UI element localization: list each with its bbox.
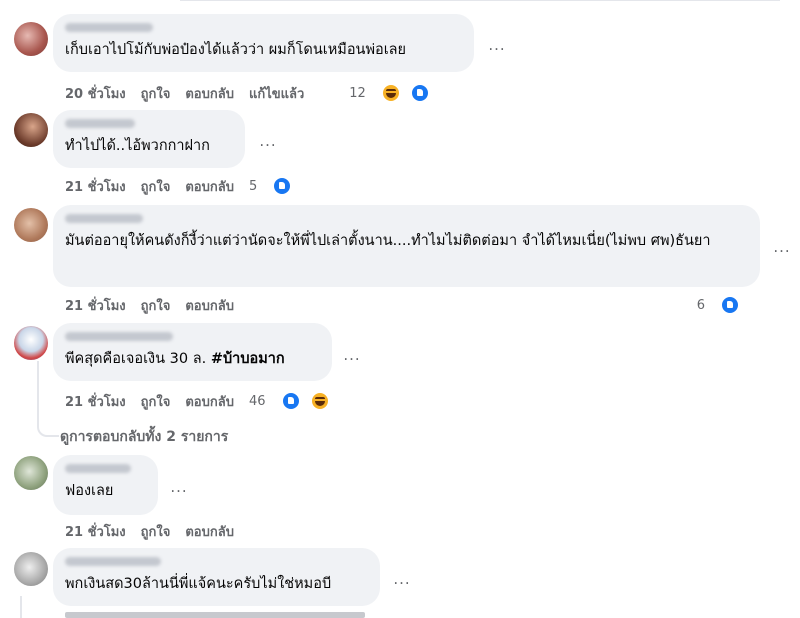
comment-actions: 20 ชั่วโมง ถูกใจ ตอบกลับ แก้ไขแล้ว 12 bbox=[65, 83, 445, 103]
divider bbox=[180, 0, 780, 1]
author-name-blurred[interactable] bbox=[65, 119, 135, 128]
timestamp[interactable]: 21 ชั่วโมง bbox=[65, 391, 126, 412]
comment-bubble: พกเงินสด30ล้านนี่พี่แจ้คนะครับไม่ใช่หมอบ… bbox=[53, 548, 380, 606]
comment-bubble: ทำไปได้..ไอ้พวกกาฝาก bbox=[53, 110, 245, 168]
reaction-summary[interactable]: 46 bbox=[249, 391, 345, 411]
comment-actions: 21 ชั่วโมง ถูกใจ ตอบกลับ bbox=[65, 521, 249, 541]
comment-bubble: เก็บเอาไปโม้กับพ่อป๋องได้แล้วว่า ผมก็โดน… bbox=[53, 14, 474, 72]
reply-button[interactable]: ตอบกลับ bbox=[185, 391, 234, 412]
edited-label[interactable]: แก้ไขแล้ว bbox=[249, 83, 304, 104]
like-icon bbox=[272, 176, 293, 196]
avatar[interactable] bbox=[14, 326, 48, 360]
reaction-summary[interactable]: 12 bbox=[349, 83, 445, 103]
author-name-blurred[interactable] bbox=[65, 23, 153, 32]
like-icon bbox=[409, 83, 430, 103]
timestamp[interactable]: 21 ชั่วโมง bbox=[65, 176, 126, 197]
comment-text: ฟองเลย bbox=[65, 483, 114, 499]
like-button[interactable]: ถูกใจ bbox=[141, 83, 171, 104]
like-button[interactable]: ถูกใจ bbox=[141, 521, 171, 542]
reply-button[interactable]: ตอบกลับ bbox=[185, 295, 234, 316]
timestamp[interactable]: 21 ชั่วโมง bbox=[65, 295, 126, 316]
thread-line bbox=[20, 596, 22, 618]
comment-text: ทำไปได้..ไอ้พวกกาฝาก bbox=[65, 138, 210, 154]
like-button[interactable]: ถูกใจ bbox=[141, 176, 171, 197]
avatar[interactable] bbox=[14, 22, 48, 56]
comment-text: พกเงินสด30ล้านนี่พี่แจ้คนะครับไม่ใช่หมอบ… bbox=[65, 576, 332, 592]
like-icon bbox=[280, 391, 301, 411]
like-icon bbox=[720, 295, 740, 315]
thread-line bbox=[37, 361, 39, 421]
more-options-button[interactable]: ... bbox=[340, 348, 364, 368]
comment-text: เก็บเอาไปโม้กับพ่อป๋องได้แล้วว่า ผมก็โดน… bbox=[65, 42, 407, 58]
thread-connector bbox=[37, 421, 59, 437]
avatar[interactable] bbox=[14, 456, 48, 490]
haha-icon bbox=[380, 83, 401, 103]
more-options-button[interactable]: ... bbox=[167, 480, 191, 500]
reaction-count: 6 bbox=[696, 297, 705, 313]
reply-button[interactable]: ตอบกลับ bbox=[185, 176, 234, 197]
comment-actions: 21 ชั่วโมง ถูกใจ ตอบกลับ 46 bbox=[65, 391, 345, 411]
more-options-button[interactable]: ... bbox=[770, 240, 794, 260]
author-name-blurred[interactable] bbox=[65, 464, 131, 473]
comment-bubble: ฟองเลย bbox=[53, 455, 158, 515]
reaction-count: 5 bbox=[248, 178, 258, 194]
comment-actions: 21 ชั่วโมง ถูกใจ ตอบกลับ 6 bbox=[65, 295, 755, 315]
reaction-summary[interactable]: 5 bbox=[249, 176, 307, 196]
more-options-button[interactable]: ... bbox=[485, 38, 509, 58]
comment-actions-cut bbox=[65, 612, 380, 618]
comment-actions: 21 ชั่วโมง ถูกใจ ตอบกลับ 5 bbox=[65, 176, 307, 196]
comment-text: พีคสุดคือเจอเงิน 30 ล. #บ้าบอมาก bbox=[65, 348, 320, 370]
reaction-count: 12 bbox=[349, 85, 366, 101]
like-button[interactable]: ถูกใจ bbox=[141, 295, 171, 316]
comment-bubble: พีคสุดคือเจอเงิน 30 ล. #บ้าบอมาก bbox=[53, 323, 332, 381]
reply-button[interactable]: ตอบกลับ bbox=[185, 83, 234, 104]
hashtag-link[interactable]: #บ้าบอมาก bbox=[211, 351, 285, 367]
like-button[interactable]: ถูกใจ bbox=[141, 391, 171, 412]
haha-icon bbox=[309, 391, 330, 411]
more-options-button[interactable]: ... bbox=[390, 572, 414, 592]
view-replies-link[interactable]: ดูการตอบกลับทั้ง 2 รายการ bbox=[60, 426, 228, 448]
more-options-button[interactable]: ... bbox=[256, 134, 280, 154]
timestamp[interactable]: 21 ชั่วโมง bbox=[65, 521, 126, 542]
reaction-summary[interactable]: 6 bbox=[697, 295, 755, 315]
comment-text-plain: พีคสุดคือเจอเงิน 30 ล. bbox=[65, 351, 211, 367]
reply-button[interactable]: ตอบกลับ bbox=[185, 521, 234, 542]
author-name-blurred[interactable] bbox=[65, 332, 173, 341]
avatar[interactable] bbox=[14, 552, 48, 586]
comment-text: มันต่ออายุให้คนดังก็งี้ว่าแต่ว่านัดจะให้… bbox=[65, 233, 711, 249]
timestamp[interactable]: 20 ชั่วโมง bbox=[65, 83, 126, 104]
author-name-blurred[interactable] bbox=[65, 557, 161, 566]
reaction-count: 46 bbox=[248, 393, 266, 409]
avatar[interactable] bbox=[14, 113, 48, 147]
avatar[interactable] bbox=[14, 208, 48, 242]
comment-bubble: มันต่ออายุให้คนดังก็งี้ว่าแต่ว่านัดจะให้… bbox=[53, 205, 760, 287]
author-name-blurred[interactable] bbox=[65, 214, 143, 223]
